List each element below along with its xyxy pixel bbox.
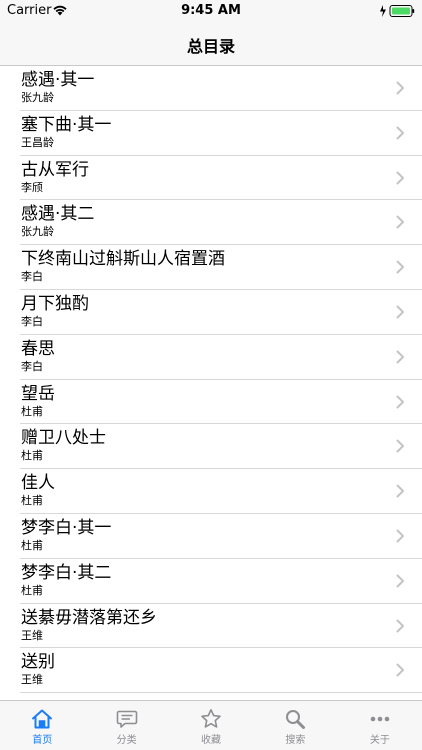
poem-author: 杜甫 bbox=[21, 494, 43, 508]
chat-bubble-icon bbox=[116, 710, 137, 728]
chevron-right-icon bbox=[396, 439, 404, 453]
poem-title: 感遇·其二 bbox=[21, 204, 95, 225]
tab-label: 分类 bbox=[116, 735, 137, 746]
tab-about[interactable]: 关于 bbox=[338, 701, 422, 750]
tab-label: 搜索 bbox=[285, 735, 306, 746]
poem-title: 下终南山过斛斯山人宿置酒 bbox=[21, 249, 225, 270]
tab-home[interactable]: 首页 bbox=[0, 701, 84, 750]
poem-author: 张九龄 bbox=[21, 225, 54, 239]
tab-category[interactable]: 分类 bbox=[84, 701, 168, 750]
poem-author: 杜甫 bbox=[21, 538, 43, 552]
chevron-right-icon bbox=[396, 215, 404, 229]
poem-list-item[interactable]: 塞下曲·其一 王昌龄 bbox=[0, 111, 422, 156]
chevron-right-icon bbox=[396, 171, 404, 185]
poem-author: 杜甫 bbox=[21, 404, 43, 418]
poem-author: 李颀 bbox=[21, 180, 43, 194]
poem-list-item[interactable]: 下终南山过斛斯山人宿置酒 李白 bbox=[0, 245, 422, 290]
poem-title: 梦李白·其一 bbox=[21, 517, 112, 538]
battery-icon bbox=[380, 5, 415, 17]
poem-author: 李白 bbox=[21, 314, 43, 328]
home-icon bbox=[32, 709, 53, 729]
tab-label: 关于 bbox=[369, 735, 390, 746]
tab-bar: 首页 分类 收藏 搜索 关于 bbox=[0, 700, 422, 750]
poem-list-item[interactable]: 送綦毋潜落第还乡 王维 bbox=[0, 604, 422, 649]
poem-list-item[interactable]: 月下独酌 李白 bbox=[0, 290, 422, 335]
poem-list-item[interactable]: 古从军行 李颀 bbox=[0, 156, 422, 201]
chevron-right-icon bbox=[396, 305, 404, 319]
poem-author: 杜甫 bbox=[21, 449, 43, 463]
poem-title: 梦李白·其二 bbox=[21, 562, 112, 583]
poem-author: 李白 bbox=[21, 359, 43, 373]
poem-title: 赠卫八处士 bbox=[21, 428, 106, 449]
navigation-bar: 总目录 bbox=[0, 22, 422, 66]
poem-list[interactable]: 感遇·其一 张九龄 塞下曲·其一 王昌龄 古从军行 李颀 感遇·其二 张九龄 下终南山过斛斯山人… bbox=[0, 66, 422, 700]
poem-title: 送綦毋潜落第还乡 bbox=[21, 607, 157, 628]
more-icon bbox=[370, 716, 390, 722]
poem-author: 杜甫 bbox=[21, 583, 43, 597]
poem-title: 望岳 bbox=[21, 383, 55, 404]
tab-label: 首页 bbox=[32, 735, 53, 746]
chevron-right-icon bbox=[396, 260, 404, 274]
clock-time: 9:45 AM bbox=[181, 3, 241, 18]
tab-label: 收藏 bbox=[201, 735, 222, 746]
chevron-right-icon bbox=[396, 81, 404, 95]
poem-author: 张九龄 bbox=[21, 91, 54, 104]
poem-title: 古从军行 bbox=[21, 159, 89, 180]
poem-title: 春思 bbox=[21, 338, 55, 359]
star-icon bbox=[201, 709, 221, 728]
poem-author: 王维 bbox=[21, 628, 43, 642]
poem-title: 月下独酌 bbox=[21, 293, 89, 314]
chevron-right-icon bbox=[396, 663, 404, 677]
chevron-right-icon bbox=[396, 126, 404, 140]
chevron-right-icon bbox=[396, 350, 404, 364]
poem-title: 送别 bbox=[21, 652, 55, 673]
poem-list-item[interactable]: 梦李白·其一 杜甫 bbox=[0, 514, 422, 559]
status-bar: Carrier 9:45 AM bbox=[0, 0, 422, 22]
poem-author: 王维 bbox=[21, 673, 43, 687]
poem-title: 佳人 bbox=[21, 473, 55, 494]
poem-title: 塞下曲·其一 bbox=[21, 114, 112, 135]
poem-list-item[interactable]: 梦李白·其二 杜甫 bbox=[0, 559, 422, 604]
tab-search[interactable]: 搜索 bbox=[253, 701, 337, 750]
poem-list-item[interactable]: 佳人 杜甫 bbox=[0, 469, 422, 514]
chevron-right-icon bbox=[396, 574, 404, 588]
chevron-right-icon bbox=[396, 484, 404, 498]
search-icon bbox=[286, 710, 306, 729]
poem-list-item[interactable]: 感遇·其二 张九龄 bbox=[0, 200, 422, 245]
chevron-right-icon bbox=[396, 529, 404, 543]
chevron-right-icon bbox=[396, 395, 404, 409]
page-title: 总目录 bbox=[186, 37, 235, 56]
poem-list-item[interactable]: 送别 王维 bbox=[0, 648, 422, 693]
app-screen: Carrier 9:45 AM 总目录 感遇·其一 张九龄 塞下曲·其一 王昌龄 古从军… bbox=[0, 0, 422, 750]
poem-list-item[interactable]: 赠卫八处士 杜甫 bbox=[0, 424, 422, 469]
poem-list-item[interactable]: 春思 李白 bbox=[0, 335, 422, 380]
poem-author: 李白 bbox=[21, 270, 43, 284]
chevron-right-icon bbox=[396, 619, 404, 633]
poem-list-item[interactable]: 望岳 杜甫 bbox=[0, 380, 422, 425]
poem-list-item[interactable]: 感遇·其一 张九龄 bbox=[0, 66, 422, 111]
tab-favorites[interactable]: 收藏 bbox=[169, 701, 253, 750]
poem-title: 感遇·其一 bbox=[21, 70, 95, 90]
poem-author: 王昌龄 bbox=[21, 135, 54, 149]
